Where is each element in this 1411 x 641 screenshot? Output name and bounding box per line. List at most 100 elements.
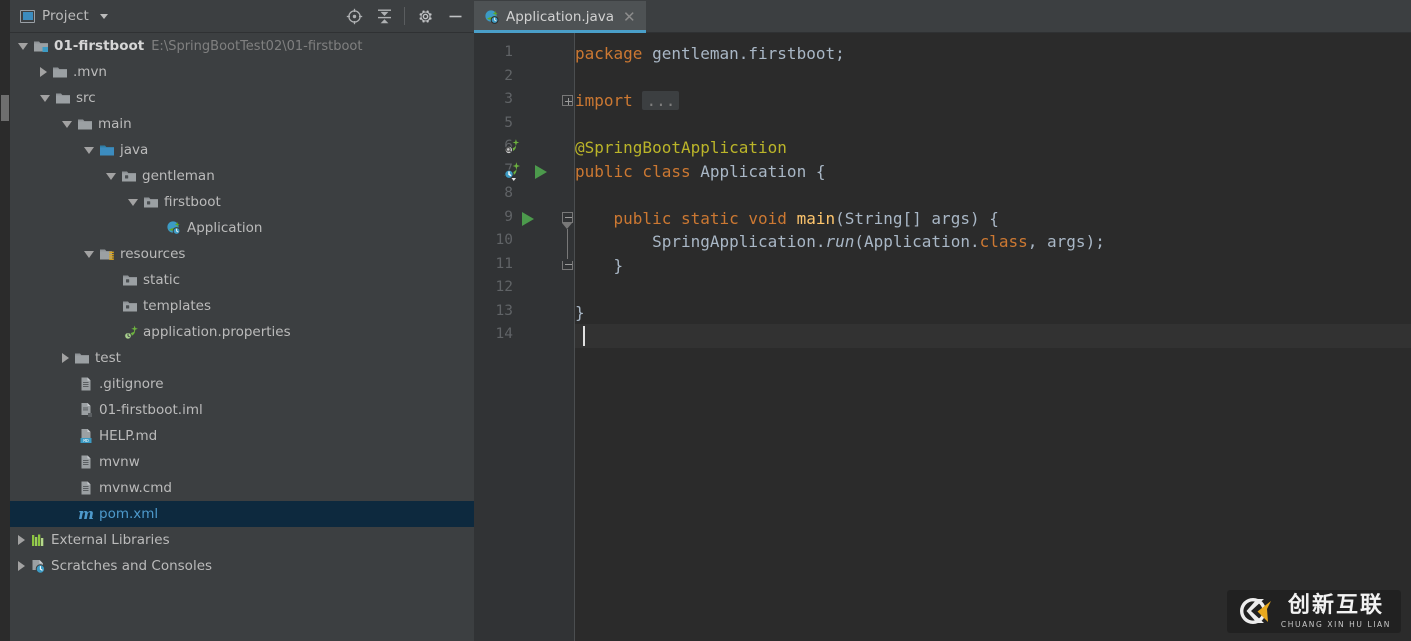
code-line[interactable] xyxy=(575,277,585,301)
tree-item-label: gentleman xyxy=(142,168,215,184)
tree-item-static[interactable]: static xyxy=(10,267,474,293)
tree-item-gentleman[interactable]: gentleman xyxy=(10,163,474,189)
code-editor[interactable]: 123567891011121314 package gentleman.fir… xyxy=(474,33,1411,641)
tree-item-label: 01-firstboot.iml xyxy=(99,402,203,418)
editor-gutter[interactable]: 123567891011121314 xyxy=(474,33,575,641)
code-token: } xyxy=(575,303,585,322)
tree-item-application[interactable]: Application xyxy=(10,215,474,241)
collapse-all-icon[interactable] xyxy=(369,4,399,28)
spring-class-icon xyxy=(484,9,500,25)
tree-item-gitignore[interactable]: .gitignore xyxy=(10,371,474,397)
code-token: , args); xyxy=(1028,232,1105,251)
run-main-gutter-icon[interactable] xyxy=(522,212,534,226)
spring-bean-gutter-icon[interactable] xyxy=(502,161,522,181)
tree-item-label: .mvn xyxy=(73,64,107,80)
tree-item-pom-xml[interactable]: mpom.xml xyxy=(10,501,474,527)
tree-item-label: test xyxy=(95,350,121,366)
chevron-right-icon[interactable] xyxy=(18,561,25,571)
project-title-group[interactable]: Project xyxy=(10,8,108,24)
gutter-line: 11 xyxy=(474,254,575,278)
code-line[interactable] xyxy=(575,113,585,137)
chevron-down-icon[interactable] xyxy=(84,147,94,154)
tree-twisty-placeholder xyxy=(62,514,73,515)
libraries-icon xyxy=(30,532,46,548)
close-icon[interactable]: ✕ xyxy=(623,10,636,25)
code-line[interactable]: public class Application { xyxy=(575,160,825,184)
code-line[interactable]: } xyxy=(575,301,585,325)
hide-icon[interactable] xyxy=(440,4,470,28)
code-line[interactable]: public static void main(String[] args) { xyxy=(575,207,999,231)
code-token: public static void xyxy=(614,209,797,228)
line-number: 12 xyxy=(483,279,513,295)
tree-item-help-md[interactable]: MDHELP.md xyxy=(10,423,474,449)
package-icon xyxy=(143,194,159,210)
settings-gear-icon[interactable] xyxy=(410,4,440,28)
tree-item-scratches-and-consoles[interactable]: Scratches and Consoles xyxy=(10,553,474,579)
chevron-right-icon[interactable] xyxy=(18,535,25,545)
tree-item-templates[interactable]: templates xyxy=(10,293,474,319)
code-token xyxy=(633,91,643,110)
tree-item-label: mvnw.cmd xyxy=(99,480,172,496)
package-icon xyxy=(121,168,137,184)
tree-item-label: .gitignore xyxy=(99,376,164,392)
code-line[interactable] xyxy=(575,183,585,207)
tree-item-01-firstboot-iml[interactable]: 01-firstboot.iml xyxy=(10,397,474,423)
folder-icon xyxy=(77,116,93,132)
project-tree[interactable]: 01-firstbootE:\SpringBootTest02\01-first… xyxy=(10,33,474,641)
background-window-chip xyxy=(1,95,9,121)
tree-item-main[interactable]: main xyxy=(10,111,474,137)
fold-expand-icon[interactable] xyxy=(562,95,573,106)
chevron-down-icon[interactable] xyxy=(106,173,116,180)
tree-item-application-properties[interactable]: application.properties xyxy=(10,319,474,345)
select-opened-file-icon[interactable] xyxy=(339,4,369,28)
chevron-right-icon[interactable] xyxy=(40,67,47,77)
code-line[interactable]: @SpringBootApplication xyxy=(575,136,787,160)
tree-item-src[interactable]: src xyxy=(10,85,474,111)
chevron-down-icon[interactable] xyxy=(100,14,108,19)
tree-item-mvnw-cmd[interactable]: mvnw.cmd xyxy=(10,475,474,501)
tree-item-mvn[interactable]: .mvn xyxy=(10,59,474,85)
code-line[interactable]: } xyxy=(575,254,623,278)
code-line[interactable]: import ... xyxy=(575,89,679,113)
tree-twisty-placeholder xyxy=(62,384,73,385)
line-number: 3 xyxy=(483,91,513,107)
run-application-gutter-icon[interactable] xyxy=(535,165,547,179)
tree-item-test[interactable]: test xyxy=(10,345,474,371)
tree-item-external-libraries[interactable]: External Libraries xyxy=(10,527,474,553)
chevron-down-icon[interactable] xyxy=(18,43,28,50)
code-line[interactable]: SpringApplication.run(Application.class,… xyxy=(575,230,1105,254)
spring-bean-gutter-icon[interactable] xyxy=(503,138,521,156)
gutter-line: 2 xyxy=(474,66,575,90)
code-line[interactable] xyxy=(575,66,585,90)
tree-item-label: static xyxy=(143,272,180,288)
chevron-down-icon[interactable] xyxy=(62,121,72,128)
code-token: Application xyxy=(700,162,816,181)
folder-icon xyxy=(55,90,71,106)
tree-item-01-firstboot[interactable]: 01-firstbootE:\SpringBootTest02\01-first… xyxy=(10,33,474,59)
tree-item-label: HELP.md xyxy=(99,428,157,444)
editor-tab-application-java[interactable]: Application.java ✕ xyxy=(474,1,646,33)
file-icon xyxy=(78,376,94,392)
gutter-line: 14 xyxy=(474,324,575,348)
tree-twisty-placeholder xyxy=(62,436,73,437)
tree-item-mvnw[interactable]: mvnw xyxy=(10,449,474,475)
tree-item-firstboot[interactable]: firstboot xyxy=(10,189,474,215)
tree-item-resources[interactable]: resources xyxy=(10,241,474,267)
package-icon xyxy=(122,298,138,314)
fold-region-line xyxy=(567,229,568,260)
file-icon xyxy=(78,480,94,496)
chevron-down-icon[interactable] xyxy=(40,95,50,102)
code-token: { xyxy=(816,162,826,181)
fold-collapse-icon[interactable] xyxy=(562,212,573,223)
code-token xyxy=(575,209,614,228)
folder-icon xyxy=(52,64,68,80)
code-line[interactable]: package gentleman.firstboot; xyxy=(575,42,845,66)
line-number: 8 xyxy=(483,185,513,201)
chevron-right-icon[interactable] xyxy=(62,353,69,363)
chevron-down-icon[interactable] xyxy=(84,251,94,258)
fold-region-end-icon[interactable] xyxy=(562,261,573,270)
resources-root-icon xyxy=(99,246,115,262)
chevron-down-icon[interactable] xyxy=(128,199,138,206)
line-number: 13 xyxy=(483,303,513,319)
tree-item-java[interactable]: java xyxy=(10,137,474,163)
